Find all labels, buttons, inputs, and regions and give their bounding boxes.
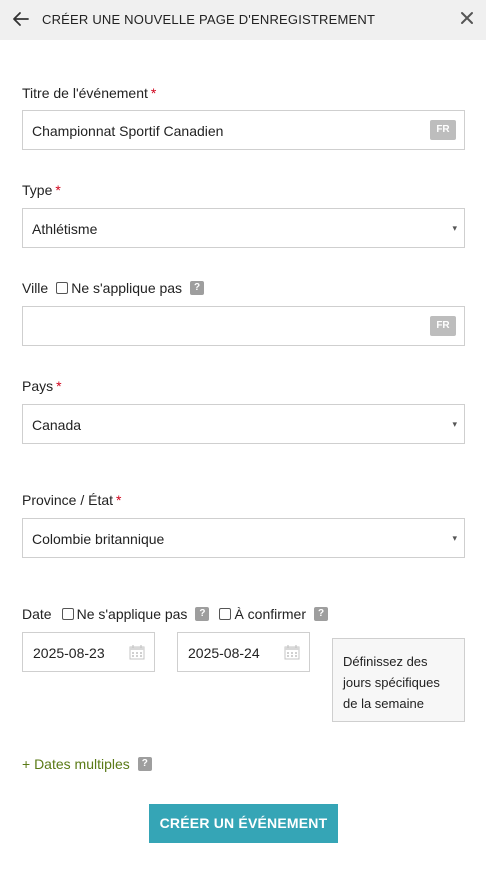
province-label-text: Province / État	[22, 492, 114, 508]
close-icon[interactable]	[457, 8, 477, 28]
province-label: Province / État *	[22, 492, 122, 508]
end-date-input[interactable]: 2025-08-24	[177, 632, 310, 672]
country-label: Pays *	[22, 378, 62, 394]
type-value: Athlétisme	[32, 221, 98, 237]
city-not-applicable-checkbox[interactable]	[56, 282, 69, 294]
date-not-applicable-checkbox[interactable]	[61, 608, 74, 620]
type-label: Type *	[22, 182, 61, 198]
start-date-input[interactable]: 2025-08-23	[22, 632, 155, 672]
date-to-confirm[interactable]: À confirmer	[219, 606, 306, 622]
help-icon[interactable]: ?	[137, 757, 152, 771]
province-select[interactable]: Colombie britannique ▾	[22, 518, 465, 558]
required-mark: *	[55, 182, 61, 198]
help-icon[interactable]: ?	[195, 607, 210, 621]
date-to-confirm-label: À confirmer	[234, 606, 307, 622]
specific-days-button[interactable]: Définissez des jours spécifiques de la s…	[332, 638, 465, 722]
type-label-text: Type	[22, 182, 53, 198]
date-not-applicable[interactable]: Ne s'applique pas	[61, 606, 188, 622]
date-label: Date	[22, 606, 52, 622]
end-date-value: 2025-08-24	[188, 645, 260, 661]
required-mark: *	[150, 85, 157, 101]
help-icon[interactable]: ?	[190, 281, 205, 295]
city-label: Ville	[22, 280, 49, 296]
event-title-label-text: Titre de l'événement	[22, 85, 148, 101]
multiple-dates-link[interactable]: + Dates multiples	[22, 756, 130, 772]
country-label-text: Pays	[22, 378, 54, 394]
city-not-applicable-label: Ne s'applique pas	[71, 280, 183, 296]
event-title-value: Championnat Sportif Canadien	[32, 123, 224, 139]
type-select[interactable]: Athlétisme ▾	[22, 208, 465, 248]
city-input[interactable]: FR	[22, 306, 465, 346]
province-value: Colombie britannique	[32, 531, 165, 547]
multiple-dates-row: + Dates multiples ?	[22, 756, 152, 772]
caret-down-icon: ▾	[452, 223, 457, 233]
date-to-confirm-checkbox[interactable]	[219, 608, 232, 620]
dialog-header: CRÉER UNE NOUVELLE PAGE D'ENREGISTREMENT	[0, 0, 486, 40]
dialog-title: CRÉER UNE NOUVELLE PAGE D'ENREGISTREMENT	[42, 12, 376, 27]
date-not-applicable-label: Ne s'applique pas	[76, 606, 188, 622]
language-badge[interactable]: FR	[430, 316, 456, 336]
required-mark: *	[116, 492, 122, 508]
required-mark: *	[56, 378, 62, 394]
event-title-label: Titre de l'événement *	[22, 85, 156, 101]
city-label-row: Ville Ne s'applique pas ?	[22, 280, 205, 296]
create-event-button[interactable]: CRÉER UN ÉVÉNEMENT	[149, 804, 338, 843]
arrow-left-icon[interactable]	[10, 8, 32, 30]
calendar-icon[interactable]	[284, 644, 300, 660]
calendar-icon[interactable]	[129, 644, 145, 660]
date-label-row: Date Ne s'applique pas ? À confirmer ?	[22, 606, 329, 622]
language-badge[interactable]: FR	[430, 120, 456, 140]
help-icon[interactable]: ?	[314, 607, 329, 621]
caret-down-icon: ▾	[452, 533, 457, 543]
city-not-applicable[interactable]: Ne s'applique pas	[56, 280, 182, 296]
event-title-input[interactable]: Championnat Sportif Canadien FR	[22, 110, 465, 150]
start-date-value: 2025-08-23	[33, 645, 105, 661]
caret-down-icon: ▾	[452, 419, 457, 429]
country-select[interactable]: Canada ▾	[22, 404, 465, 444]
country-value: Canada	[32, 417, 82, 433]
